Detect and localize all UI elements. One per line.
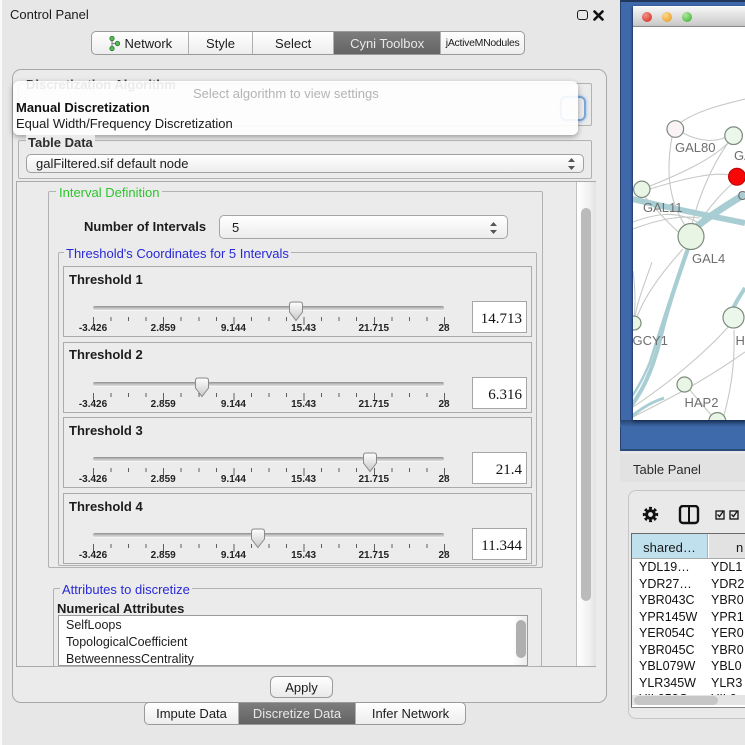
- svg-text:GAL11: GAL11: [643, 200, 683, 215]
- svg-text:GAL4: GAL4: [692, 251, 725, 266]
- svg-text:GCY1: GCY1: [633, 333, 668, 348]
- svg-text:HA: HA: [736, 333, 745, 348]
- svg-text:HAP2: HAP2: [685, 395, 719, 410]
- svg-text:GA: GA: [734, 148, 745, 163]
- svg-text:GAL80: GAL80: [675, 140, 715, 155]
- svg-text:CY: CY: [738, 188, 745, 203]
